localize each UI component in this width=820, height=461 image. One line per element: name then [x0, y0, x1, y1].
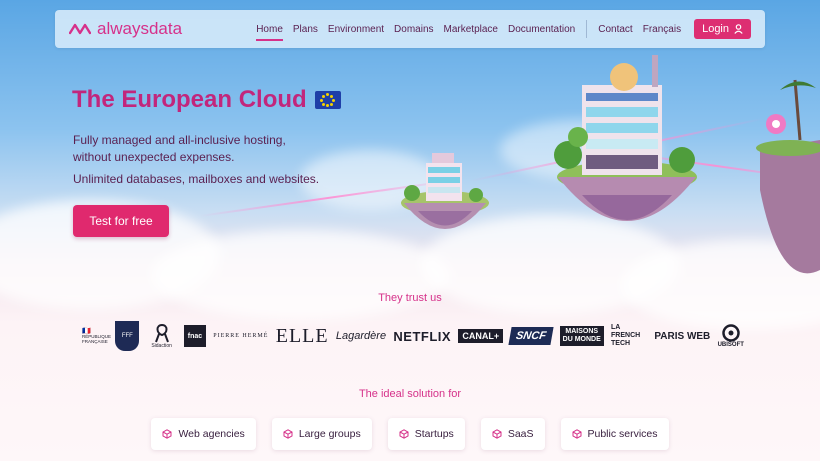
chip-label: Public services — [587, 428, 658, 440]
logo-fnac: fnac — [183, 325, 206, 347]
right-island-illustration — [756, 79, 820, 274]
chip-label: Web agencies — [178, 428, 245, 440]
hero-title-text: The European Cloud — [72, 86, 307, 113]
test-for-free-button[interactable]: Test for free — [73, 205, 169, 237]
large-island-illustration — [554, 55, 697, 221]
chip-web-agencies[interactable]: Web agencies — [151, 418, 256, 450]
chip-label: Startups — [414, 428, 454, 440]
ribbon-icon — [154, 324, 169, 343]
chip-label: SaaS — [507, 428, 534, 440]
hero-subtitle-2: Unlimited databases, mailboxes and websi… — [73, 172, 320, 186]
trust-heading: They trust us — [378, 292, 442, 304]
logo-sncf: SNCF — [508, 327, 554, 345]
language-switch[interactable]: Français — [638, 24, 686, 35]
nav-item-home[interactable]: Home — [251, 24, 288, 41]
logo-la-french-tech: LA FRENCH TECH — [611, 324, 641, 347]
small-island-illustration — [401, 153, 489, 229]
main-menu: Home Plans Environment Domains Marketpla… — [251, 19, 751, 41]
nav-item-documentation[interactable]: Documentation — [503, 24, 580, 35]
chip-startups[interactable]: Startups — [387, 418, 465, 450]
nav-item-plans[interactable]: Plans — [288, 24, 323, 35]
client-logos: 🇫🇷 RÉPUBLIQUE FRANÇAISE FFF Sidaction fna… — [82, 318, 744, 354]
audience-chips: Web agencies Large groups Startups SaaS … — [0, 418, 820, 450]
chip-label: Large groups — [298, 428, 361, 440]
chip-public-services[interactable]: Public services — [560, 418, 669, 450]
ideal-solution-heading: The ideal solution for — [358, 388, 462, 400]
logo-republique-francaise: 🇫🇷 RÉPUBLIQUE FRANÇAISE — [82, 327, 112, 344]
cube-icon — [162, 429, 172, 439]
logo-paris-web: PARIS WEB — [654, 330, 711, 342]
chip-saas[interactable]: SaaS — [480, 418, 545, 450]
cube-icon — [399, 429, 409, 439]
brand-name: alwaysdata — [97, 19, 183, 38]
login-button[interactable]: Login — [694, 19, 751, 39]
logo-netflix: NETFLIX — [393, 328, 452, 344]
nav-item-contact[interactable]: Contact — [593, 24, 637, 35]
nav-item-environment[interactable]: Environment — [323, 24, 389, 35]
top-navbar: alwaysdata Home Plans Environment Domain… — [55, 10, 765, 48]
logo-pierre-herme: PIERRE HERMÉ — [213, 333, 269, 339]
user-icon — [734, 24, 743, 34]
nav-item-domains[interactable]: Domains — [389, 24, 438, 35]
nav-divider — [586, 20, 588, 38]
logo-sidaction: Sidaction — [147, 323, 177, 349]
brand-logo[interactable]: alwaysdata — [69, 19, 182, 39]
logo-lagardere: Lagardère — [335, 330, 387, 342]
hero-subtitle: Fully managed and all-inclusive hosting,… — [73, 133, 286, 164]
logo-canal-plus: CANAL+ — [458, 329, 504, 343]
logo-elle: ELLE — [275, 324, 329, 347]
logo-fff: FFF — [115, 321, 140, 351]
hero-title: The European Cloud — [72, 86, 341, 114]
nav-item-marketplace[interactable]: Marketplace — [439, 24, 503, 35]
eu-flag-icon — [314, 91, 341, 109]
cube-icon — [283, 429, 293, 439]
logo-maisons-du-monde: MAISONS DU MONDE — [559, 326, 604, 346]
cube-icon — [572, 429, 581, 439]
ubisoft-swirl-icon — [722, 324, 740, 342]
login-label: Login — [702, 23, 729, 35]
logo-ubisoft: UBISOFT — [718, 324, 744, 348]
chip-large-groups[interactable]: Large groups — [271, 418, 372, 450]
alwaysdata-logo-icon — [69, 23, 91, 35]
cube-icon — [492, 429, 502, 439]
